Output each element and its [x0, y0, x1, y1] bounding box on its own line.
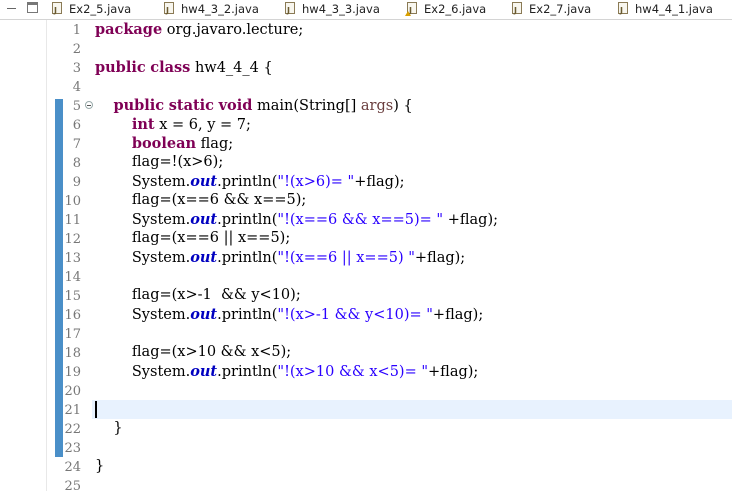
line-number: 13: [64, 251, 81, 266]
minimize-icon[interactable]: [6, 3, 17, 14]
line-number: 11: [64, 213, 81, 228]
code-line[interactable]: }: [95, 420, 122, 436]
line-number: 9: [72, 175, 81, 190]
line-number: 8: [72, 156, 81, 171]
line-number: 5: [72, 99, 81, 114]
line-number: 6: [72, 118, 81, 133]
line-number: 7: [72, 137, 81, 152]
code-line[interactable]: System.out.println("!(x>6)= "+flag);: [95, 173, 405, 190]
code-line[interactable]: System.out.println("!(x>-1 && y<10)= "+f…: [95, 306, 483, 323]
code-line[interactable]: flag=!(x>6);: [95, 154, 223, 170]
code-line[interactable]: package org.javaro.lecture;: [95, 21, 303, 38]
java-file-icon: J: [285, 2, 295, 15]
code-line[interactable]: System.out.println("!(x>10 && x<5)= "+fl…: [95, 363, 478, 380]
line-number: 20: [64, 384, 81, 399]
line-number: 4: [72, 80, 81, 95]
code-line[interactable]: System.out.println("!(x==6 || x==5) "+fl…: [95, 249, 465, 266]
line-number: 25: [64, 479, 81, 494]
code-line[interactable]: int x = 6, y = 7;: [95, 116, 251, 133]
line-number: 16: [64, 308, 81, 323]
code-editor[interactable]: 1 package org.javaro.lecture; 2 3 public cla…: [0, 20, 732, 494]
line-number: 21: [64, 403, 81, 418]
line-number: 1: [72, 23, 81, 38]
code-line[interactable]: flag=(x==6 && x==5);: [95, 192, 306, 208]
current-line-highlight: [92, 400, 732, 419]
code-line[interactable]: flag=(x>-1 && y<10);: [95, 287, 301, 303]
tab-label: Ex2_6.java: [424, 2, 487, 16]
fold-collapse-icon[interactable]: [85, 101, 93, 109]
line-number: 3: [72, 61, 81, 76]
code-line[interactable]: public static void main(String[] args) {: [95, 97, 412, 114]
tab-label: hw4_3_2.java: [181, 2, 259, 16]
java-file-warning-icon: J: [405, 2, 417, 16]
line-number: 23: [64, 441, 81, 456]
code-line[interactable]: public class hw4_4_4 {: [95, 59, 273, 76]
line-number: 17: [64, 327, 81, 342]
tab-label: Ex2_7.java: [529, 2, 592, 16]
tab-label: Ex2_5.java: [69, 2, 132, 16]
java-file-icon: J: [618, 2, 628, 15]
java-file-icon: J: [52, 2, 62, 15]
line-number: 14: [64, 270, 81, 285]
code-line[interactable]: System.out.println("!(x==6 && x==5)= " +…: [95, 211, 498, 228]
maximize-icon[interactable]: [27, 2, 38, 13]
line-number: 10: [64, 194, 81, 209]
line-number: 22: [64, 422, 81, 437]
java-file-icon: J: [164, 2, 174, 15]
editor-left-margin: [0, 20, 46, 491]
code-line[interactable]: }: [95, 458, 104, 474]
tab-label: hw4_3_3.java: [302, 2, 380, 16]
line-number: 2: [72, 42, 81, 57]
text-caret: [95, 401, 97, 418]
line-number: 18: [64, 346, 81, 361]
line-number: 15: [64, 289, 81, 304]
tab-label: hw4_4_1.java: [635, 2, 713, 16]
code-line[interactable]: boolean flag;: [95, 135, 233, 152]
code-line[interactable]: flag=(x>10 && x<5);: [95, 344, 291, 360]
code-line[interactable]: flag=(x==6 || x==5);: [95, 230, 290, 246]
line-number: 24: [64, 460, 81, 475]
editor-tab-bar: J Ex2_5.java Jhw4_3_2.java Jhw4_3_3.java J Ex…: [0, 0, 732, 20]
line-number: 19: [64, 365, 81, 380]
line-number: 12: [64, 232, 81, 247]
java-file-icon: J: [512, 2, 522, 15]
